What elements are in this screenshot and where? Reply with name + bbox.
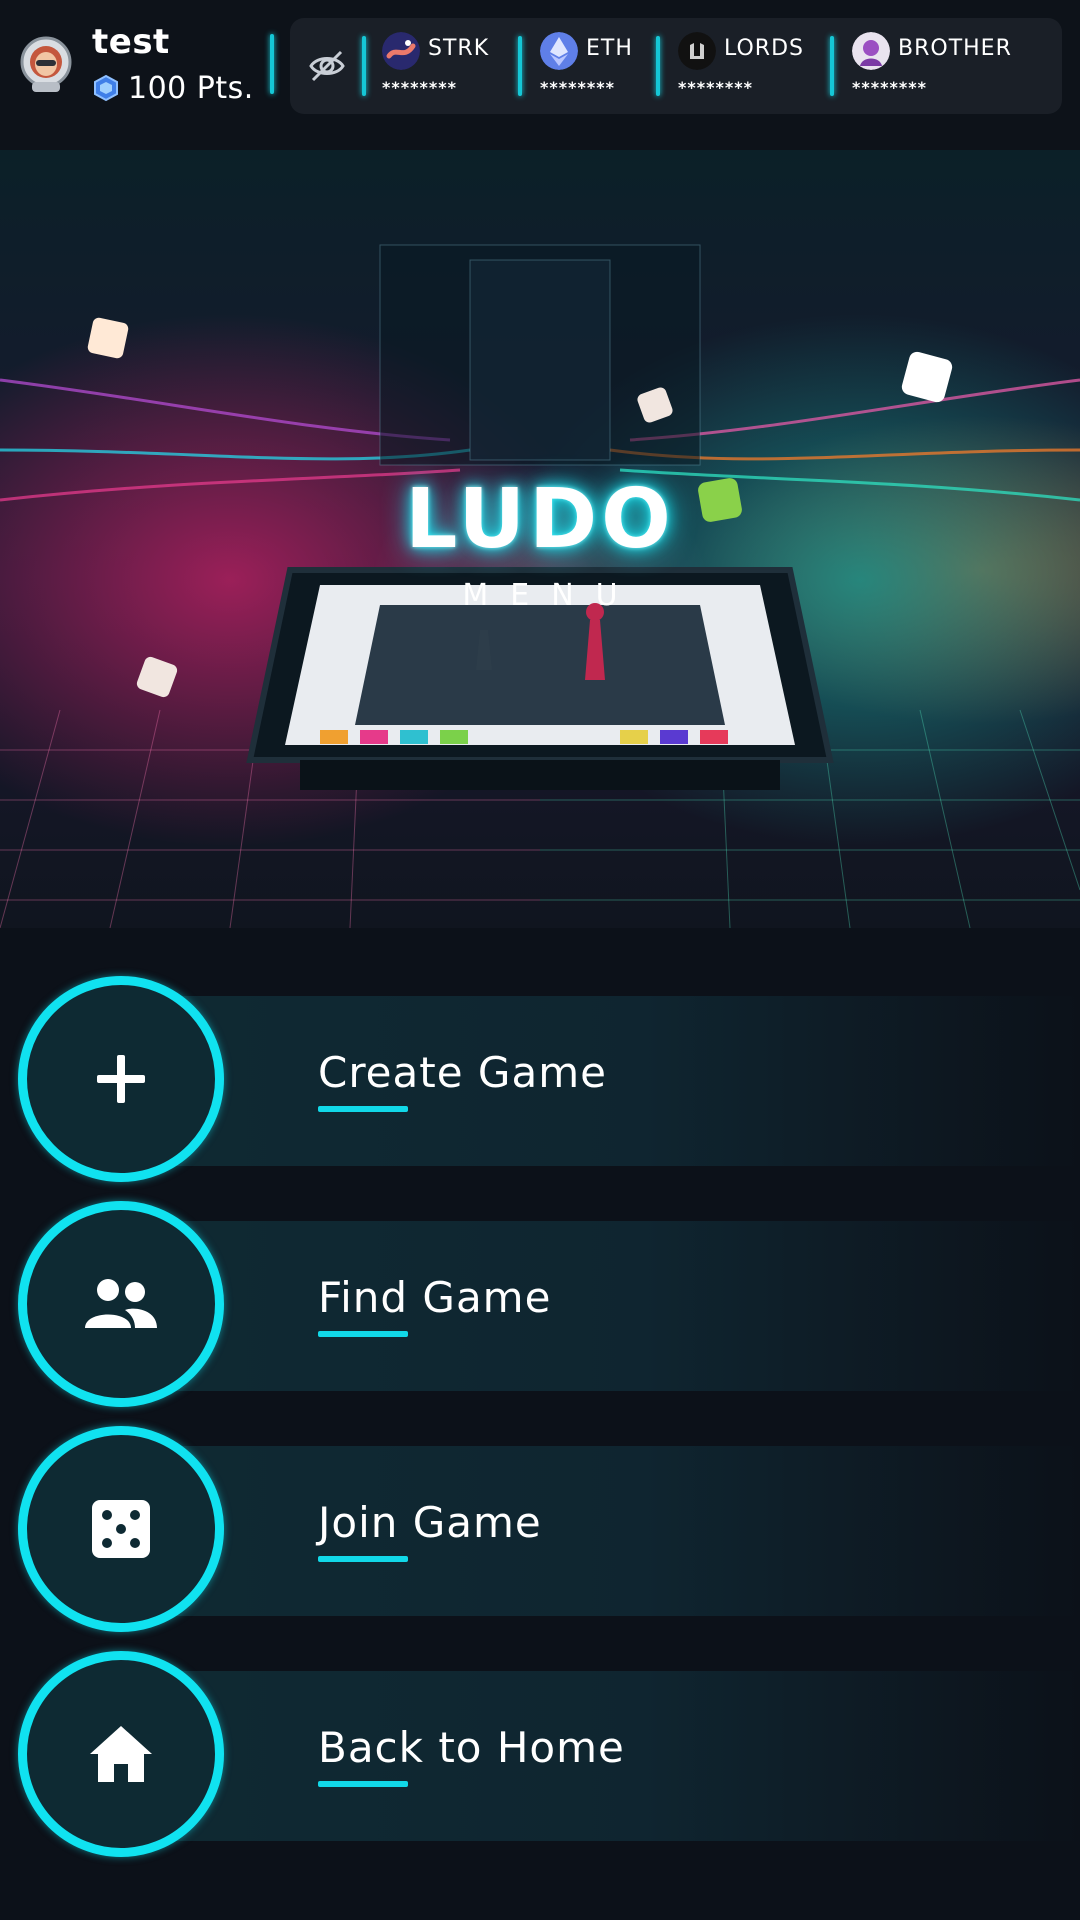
menu-bar (110, 1221, 1080, 1391)
back-to-home-button[interactable]: Back to Home (0, 1651, 1080, 1857)
starknet-logo-icon (382, 32, 420, 70)
join-game-button[interactable]: Join Game (0, 1426, 1080, 1632)
astronaut-avatar-icon[interactable] (18, 34, 74, 94)
menu-underline (318, 1556, 408, 1562)
plus-icon (18, 976, 224, 1182)
hero-subtitle: MENU (462, 578, 640, 613)
menu-label: Find Game (318, 1273, 552, 1322)
home-icon (18, 1651, 224, 1857)
token-symbol: BROTHER (898, 36, 1012, 61)
users-icon (18, 1201, 224, 1407)
token-balance: ******** (852, 78, 927, 97)
create-game-button[interactable]: Create Game (0, 976, 1080, 1182)
user-name: test (92, 22, 170, 62)
menu-label: Create Game (318, 1048, 607, 1097)
token-balances-panel: STRK ******** ETH ******** LORDS *******… (290, 18, 1062, 114)
menu-underline (318, 1331, 408, 1337)
token-balance: ******** (382, 78, 457, 97)
menu-label: Join Game (318, 1498, 542, 1547)
divider (518, 36, 522, 96)
token-symbol: STRK (428, 36, 490, 61)
menu-underline (318, 1106, 408, 1112)
hero-title: LUDO (405, 472, 675, 567)
menu-underline (318, 1781, 408, 1787)
hero-banner: LUDO MENU (0, 150, 1080, 928)
brother-logo-icon (852, 32, 890, 70)
menu-bar (110, 1446, 1080, 1616)
eye-off-icon[interactable] (302, 44, 352, 88)
dice-icon (18, 1426, 224, 1632)
token-balance: ******** (678, 78, 753, 97)
find-game-button[interactable]: Find Game (0, 1201, 1080, 1407)
gem-icon (94, 74, 118, 102)
ethereum-logo-icon (540, 32, 578, 70)
token-balance: ******** (540, 78, 615, 97)
divider (362, 36, 366, 96)
token-symbol: LORDS (724, 36, 804, 61)
token-symbol: ETH (586, 36, 633, 61)
points-display: 100 Pts. (92, 68, 254, 108)
divider (270, 34, 274, 94)
top-bar: test 100 Pts. STRK ******** ETH ********… (0, 0, 1080, 150)
divider (830, 36, 834, 96)
divider (656, 36, 660, 96)
menu-label: Back to Home (318, 1723, 625, 1772)
points-value: 100 Pts. (128, 70, 254, 106)
lords-logo-icon (678, 32, 716, 70)
